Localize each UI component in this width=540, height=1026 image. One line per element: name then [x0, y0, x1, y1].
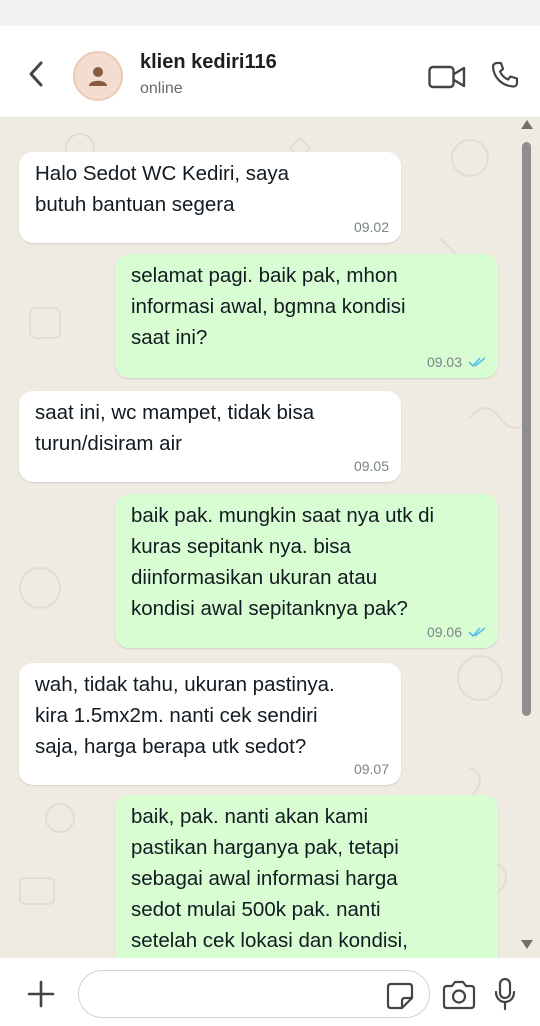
scroll-up-arrow-icon[interactable] — [521, 120, 533, 129]
camera-icon[interactable] — [441, 980, 477, 1010]
avatar-person-icon — [89, 67, 107, 86]
message-text: baik pak. mungkin saat nya utk di kuras … — [131, 504, 435, 620]
message-text: baik, pak. nanti akan kami pastikan harg… — [131, 805, 408, 952]
message-text: selamat pagi. baik pak, mhon informasi a… — [131, 264, 406, 349]
microphone-icon[interactable] — [494, 977, 516, 1011]
sticker-icon[interactable] — [385, 981, 415, 1011]
scrollbar-thumb[interactable] — [522, 142, 531, 716]
message-text: saat ini, wc mampet, tidak bisa turun/di… — [35, 401, 315, 455]
read-ticks-icon — [468, 357, 486, 368]
message-time: 09.06 — [426, 624, 462, 640]
message-text: wah, tidak tahu, ukuran pastinya. kira 1… — [35, 673, 335, 758]
chat-area[interactable]: Halo Sedot WC Kediri, saya butuh bantuan… — [0, 118, 540, 958]
message-bubble-incoming[interactable]: Halo Sedot WC Kediri, saya butuh bantuan… — [19, 152, 401, 243]
back-arrow-icon[interactable] — [22, 59, 52, 89]
scroll-down-arrow-icon[interactable] — [521, 940, 533, 949]
read-ticks-icon — [468, 627, 486, 638]
phone-call-icon[interactable] — [490, 60, 520, 90]
message-input[interactable] — [97, 981, 377, 1007]
message-bubble-incoming[interactable]: wah, tidak tahu, ukuran pastinya. kira 1… — [19, 663, 401, 785]
message-text: Halo Sedot WC Kediri, saya butuh bantuan… — [35, 162, 290, 216]
message-bubble-incoming[interactable]: saat ini, wc mampet, tidak bisa turun/di… — [19, 391, 401, 482]
contact-name[interactable]: klien kediri116 — [140, 51, 277, 74]
message-time: 09.03 — [426, 354, 462, 370]
chat-header: klien kediri116 online — [0, 26, 540, 118]
top-strip — [0, 0, 540, 26]
message-time: 09.07 — [353, 761, 389, 777]
message-time: 09.02 — [353, 219, 389, 235]
message-bubble-outgoing[interactable]: baik, pak. nanti akan kami pastikan harg… — [115, 795, 498, 958]
avatar[interactable] — [73, 51, 123, 101]
message-bubble-outgoing[interactable]: baik pak. mungkin saat nya utk di kuras … — [115, 494, 498, 648]
message-input-box[interactable] — [78, 970, 430, 1018]
message-bubble-outgoing[interactable]: selamat pagi. baik pak, mhon informasi a… — [115, 254, 498, 378]
scrollbar[interactable] — [519, 118, 535, 958]
contact-status: online — [140, 80, 183, 97]
message-time: 09.05 — [353, 458, 389, 474]
plus-icon[interactable] — [27, 980, 55, 1008]
message-composer — [0, 958, 540, 1026]
video-call-icon[interactable] — [428, 64, 466, 90]
